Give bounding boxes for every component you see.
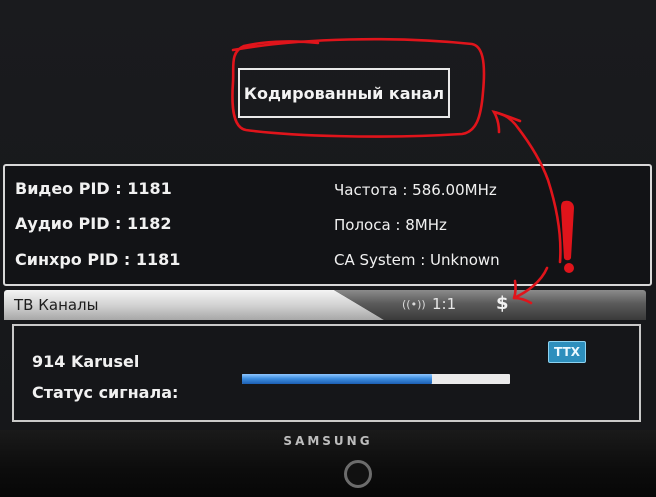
popup-message: Кодированный канал (243, 83, 445, 103)
ttx-badge[interactable]: TTX (548, 341, 586, 363)
frequency: Частота : 586.00MHz (334, 181, 497, 199)
tab-tv-channels-label: ТВ Каналы (14, 296, 99, 314)
bandwidth: Полоса : 8MHz (334, 216, 447, 234)
signal-strength-fill (242, 374, 433, 384)
channel-list-bar: ТВ Каналы ((•)) 1:1 $ (4, 290, 646, 320)
signal-strength-bar (242, 374, 510, 384)
signal-status-label: Статус сигнала: (32, 383, 179, 402)
channel-detail-panel: 914 Karusel TTX Статус сигнала: (12, 324, 641, 422)
power-button-icon[interactable] (344, 460, 372, 488)
ca-system: CA System : Unknown (334, 251, 500, 269)
aspect-ratio: 1:1 (432, 295, 457, 313)
video-pid: Видео PID : 1181 (15, 179, 172, 198)
tab-tv-channels[interactable]: ТВ Каналы (4, 290, 384, 320)
channel-status-strip (334, 290, 646, 320)
annotation-arrow-top (491, 109, 522, 134)
sync-pid: Синхро PID : 1181 (15, 250, 181, 269)
channel-info-panel: Видео PID : 1181 Аудио PID : 1182 Синхро… (3, 164, 652, 286)
brand-logo: SAMSUNG (283, 434, 373, 448)
signal-waves-icon: ((•)) (402, 298, 426, 311)
scrambled-dollar-icon: $ (496, 293, 509, 314)
channel-name: 914 Karusel (32, 352, 140, 371)
tv-screen: Кодированный канал Видео PID : 1181 Ауди… (0, 0, 656, 430)
audio-pid: Аудио PID : 1182 (15, 214, 172, 233)
scrambled-channel-popup: Кодированный канал (238, 68, 450, 118)
